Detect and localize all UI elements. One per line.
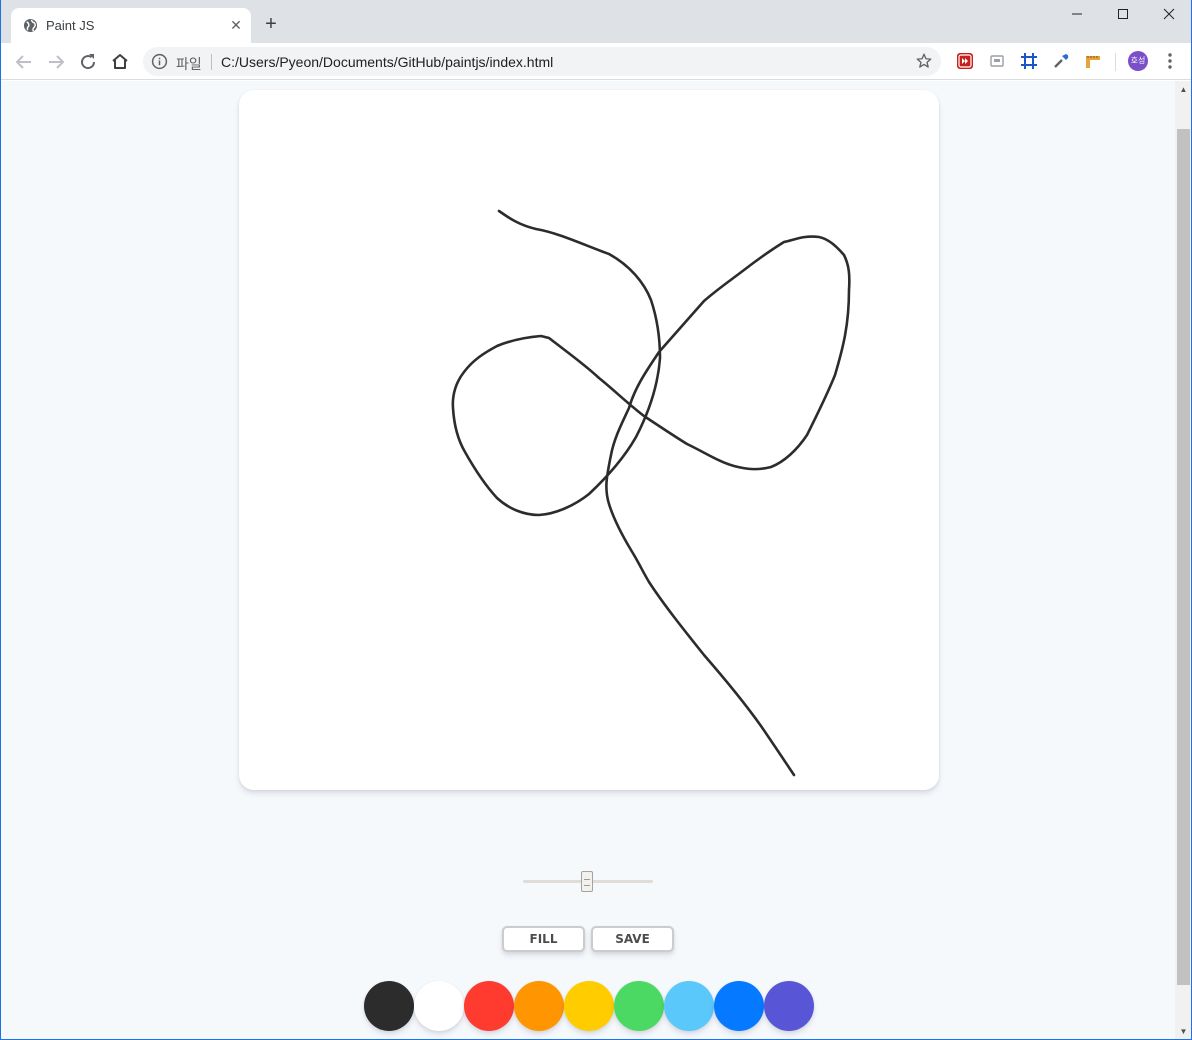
url-text[interactable]: C:/Users/Pyeon/Documents/GitHub/paintjs/… <box>221 54 553 70</box>
tab-strip: Paint JS ✕ + <box>1 0 1191 43</box>
slider-thumb[interactable] <box>580 871 593 892</box>
screenshot-icon[interactable] <box>988 52 1006 70</box>
drawing-canvas[interactable] <box>239 90 939 790</box>
info-icon[interactable] <box>151 53 168 70</box>
color-swatch-purple[interactable] <box>764 981 814 1031</box>
fast-forward-icon[interactable] <box>956 52 974 70</box>
back-arrow-icon[interactable] <box>12 50 36 74</box>
ruler-icon[interactable] <box>1084 52 1102 70</box>
reload-icon[interactable] <box>76 50 100 74</box>
color-swatch-sky-blue[interactable] <box>664 981 714 1031</box>
toolbar-separator <box>1115 53 1116 71</box>
eyedropper-icon[interactable] <box>1052 52 1070 70</box>
color-palette <box>364 981 814 1031</box>
profile-avatar[interactable]: 호성 <box>1128 51 1148 71</box>
fill-button[interactable]: Fill <box>502 926 585 952</box>
scroll-thumb[interactable] <box>1177 129 1190 985</box>
address-separator <box>211 54 212 70</box>
browser-toolbar: 파일 C:/Users/Pyeon/Documents/GitHub/paint… <box>1 43 1191 80</box>
vertical-scrollbar[interactable]: ▲ ▼ <box>1175 81 1191 1039</box>
color-swatch-yellow[interactable] <box>564 981 614 1031</box>
minimize-icon[interactable] <box>1054 4 1100 26</box>
drawn-stroke <box>451 209 851 777</box>
save-button[interactable]: Save <box>591 926 674 952</box>
maximize-icon[interactable] <box>1100 4 1146 26</box>
browser-window: Paint JS ✕ + 파일 C:/Users/Pyeon/Documents… <box>0 0 1192 1040</box>
scheme-label: 파일 <box>176 56 202 72</box>
scroll-up-arrow-icon[interactable]: ▲ <box>1175 81 1191 98</box>
address-bar[interactable]: 파일 C:/Users/Pyeon/Documents/GitHub/paint… <box>143 47 941 76</box>
more-menu-icon[interactable] <box>1163 51 1177 71</box>
close-tab-icon[interactable]: ✕ <box>227 16 245 34</box>
color-swatch-white[interactable] <box>414 981 464 1031</box>
color-swatch-green[interactable] <box>614 981 664 1031</box>
forward-arrow-icon[interactable] <box>44 50 68 74</box>
scroll-down-arrow-icon[interactable]: ▼ <box>1175 1023 1191 1039</box>
tab-paint-js[interactable]: Paint JS ✕ <box>11 8 251 43</box>
canvas-drawing <box>451 209 851 777</box>
bookmark-star-icon[interactable] <box>915 52 933 70</box>
tab-title: Paint JS <box>46 18 95 33</box>
page-viewport: Fill Save <box>1 81 1175 1039</box>
color-swatch-red[interactable] <box>464 981 514 1031</box>
color-swatch-blue[interactable] <box>714 981 764 1031</box>
globe-icon <box>23 18 38 33</box>
color-swatch-orange[interactable] <box>514 981 564 1031</box>
grid-crop-icon[interactable] <box>1020 52 1038 70</box>
new-tab-button[interactable]: + <box>261 14 281 34</box>
close-window-icon[interactable] <box>1146 4 1191 26</box>
home-icon[interactable] <box>108 50 132 74</box>
color-swatch-black[interactable] <box>364 981 414 1031</box>
brush-size-slider[interactable] <box>523 871 653 892</box>
